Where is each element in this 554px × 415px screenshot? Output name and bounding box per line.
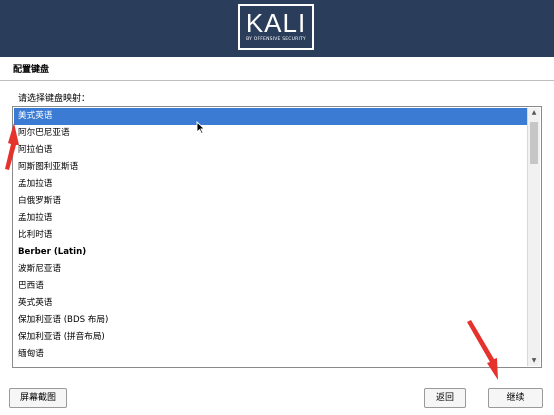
keymap-list-item[interactable]: 阿斯图利亚斯语 [14, 159, 528, 176]
back-button[interactable]: 返回 [424, 388, 466, 408]
kali-logo: KALI BY OFFENSIVE SECURITY [238, 4, 314, 50]
keymap-listbox[interactable]: 美式英语 阿尔巴尼亚语 阿拉伯语 阿斯图利亚斯语 孟加拉语 白俄罗斯语 孟加拉语 比利时语 Be… [12, 106, 542, 368]
continue-button[interactable]: 继续 [488, 388, 543, 408]
header-banner: KALI BY OFFENSIVE SECURITY [0, 0, 554, 57]
scroll-down-icon[interactable]: ▼ [528, 356, 540, 366]
logo-text: KALI [245, 8, 307, 38]
keymap-list-item[interactable]: 保加利亚语 (拼音布局) [14, 329, 528, 346]
screenshot-button[interactable]: 屏幕截图 [9, 388, 67, 408]
keymap-list-item[interactable]: 阿尔巴尼亚语 [14, 125, 528, 142]
logo-subtitle: BY OFFENSIVE SECURITY [246, 37, 306, 42]
keymap-list-item[interactable]: 缅甸语 [14, 346, 528, 363]
keymap-list-item[interactable]: 孟加拉语 [14, 176, 528, 193]
title-divider [0, 80, 554, 81]
keymap-list-item[interactable]: 比利时语 [14, 227, 528, 244]
scrollbar[interactable]: ▲ ▼ [527, 108, 540, 366]
page-title: 配置键盘 [13, 65, 50, 75]
keymap-list-item[interactable]: 白俄罗斯语 [14, 193, 528, 210]
scroll-thumb[interactable] [530, 122, 538, 164]
mouse-cursor-icon [196, 121, 206, 135]
keymap-list-item[interactable]: 英式英语 [14, 295, 528, 312]
keymap-list-item[interactable]: 孟加拉语 [14, 210, 528, 227]
keymap-prompt: 请选择键盘映射： [18, 94, 91, 104]
keymap-list-item[interactable]: 阿拉伯语 [14, 142, 528, 159]
keymap-list-item[interactable]: 巴西语 [14, 278, 528, 295]
keymap-list-item[interactable]: Berber (Latin) [14, 244, 528, 261]
scroll-up-icon[interactable]: ▲ [528, 108, 540, 118]
keymap-list-item[interactable]: 美式英语 [14, 108, 528, 125]
keymap-list-items: 美式英语 阿尔巴尼亚语 阿拉伯语 阿斯图利亚斯语 孟加拉语 白俄罗斯语 孟加拉语 比利时语 Be… [14, 108, 528, 363]
keymap-list-item[interactable]: 波斯尼亚语 [14, 261, 528, 278]
keymap-list-item[interactable]: 保加利亚语 (BDS 布局) [14, 312, 528, 329]
